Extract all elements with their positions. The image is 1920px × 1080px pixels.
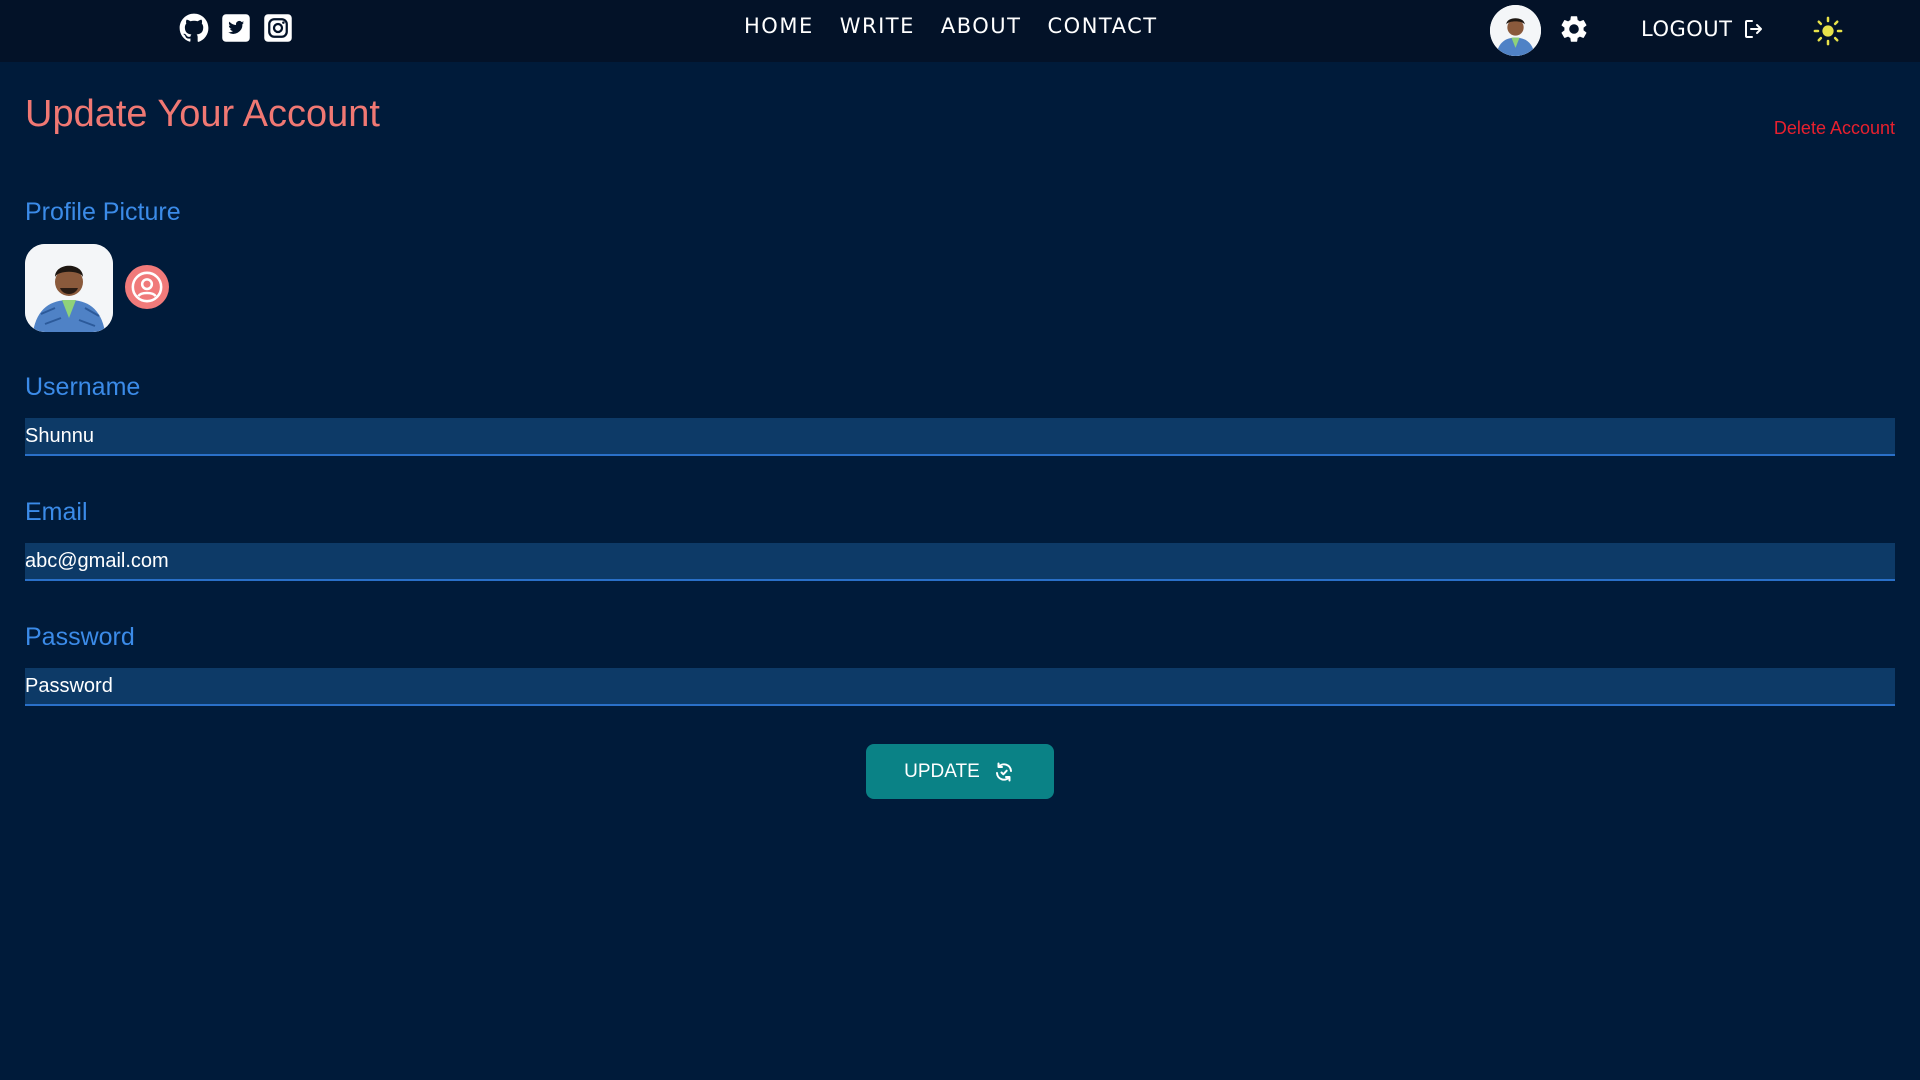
email-label: Email xyxy=(25,498,88,526)
avatar-image xyxy=(1490,5,1541,56)
sun-icon[interactable] xyxy=(1813,16,1843,46)
username-input[interactable] xyxy=(25,418,1895,456)
gear-icon[interactable] xyxy=(1558,13,1590,45)
page-title: Update Your Account xyxy=(25,93,380,135)
update-button[interactable]: UPDATE xyxy=(866,744,1054,799)
user-avatar[interactable] xyxy=(1490,5,1541,56)
logout-label: LOGOUT xyxy=(1641,17,1733,41)
user-circle-icon xyxy=(131,271,163,303)
top-navbar: HOME WRITE ABOUT CONTACT LOGOUT xyxy=(0,0,1920,62)
change-profile-picture-button[interactable] xyxy=(125,265,169,309)
profile-picture-label: Profile Picture xyxy=(25,198,181,226)
password-input[interactable] xyxy=(25,668,1895,706)
logout-button[interactable]: LOGOUT xyxy=(1641,17,1766,41)
email-input[interactable] xyxy=(25,543,1895,581)
nav-write[interactable]: WRITE xyxy=(840,14,915,38)
nav-about[interactable]: ABOUT xyxy=(941,14,1022,38)
logout-icon xyxy=(1745,20,1763,38)
update-label: UPDATE xyxy=(904,760,980,782)
refresh-icon xyxy=(995,762,1012,781)
social-links xyxy=(179,13,293,43)
password-label: Password xyxy=(25,623,135,651)
main-nav: HOME WRITE ABOUT CONTACT xyxy=(744,14,1158,38)
nav-home[interactable]: HOME xyxy=(744,14,814,38)
profile-picture-image xyxy=(25,244,113,332)
github-icon[interactable] xyxy=(179,13,209,43)
instagram-icon[interactable] xyxy=(263,13,293,43)
profile-picture xyxy=(25,244,113,332)
username-label: Username xyxy=(25,373,141,401)
twitter-icon[interactable] xyxy=(221,13,251,43)
nav-contact[interactable]: CONTACT xyxy=(1048,14,1158,38)
delete-account-link[interactable]: Delete Account xyxy=(1774,118,1895,139)
